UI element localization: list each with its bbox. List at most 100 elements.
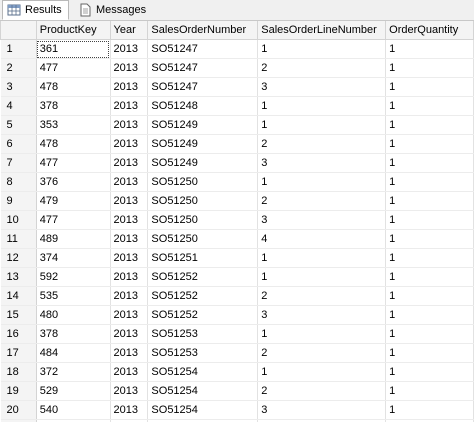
row-number-cell[interactable]: 20 (0, 400, 37, 420)
productkey-cell[interactable]: 478 (36, 134, 111, 154)
year-cell[interactable]: 2013 (110, 191, 149, 211)
productkey-cell[interactable]: 361 (36, 39, 111, 59)
orderquantity-cell[interactable]: 1 (385, 267, 474, 287)
row-number-cell[interactable]: 1 (0, 39, 37, 59)
table-row[interactable]: 6 478 2013 SO51249 2 1 (0, 134, 474, 154)
table-row[interactable]: 7 477 2013 SO51249 3 1 (0, 153, 474, 173)
salesordernumber-cell[interactable]: SO51254 (147, 400, 259, 420)
orderquantity-cell[interactable]: 1 (385, 229, 474, 249)
year-cell[interactable]: 2013 (110, 248, 149, 268)
salesorderlinenumber-cell[interactable]: 3 (257, 305, 387, 325)
row-number-cell[interactable]: 3 (0, 77, 37, 97)
orderquantity-cell[interactable]: 1 (385, 77, 474, 97)
salesordernumber-cell[interactable]: SO51250 (147, 191, 259, 211)
tab-results[interactable]: Results (2, 0, 69, 20)
table-row[interactable]: 5 353 2013 SO51249 1 1 (0, 115, 474, 135)
salesorderlinenumber-cell[interactable]: 1 (257, 96, 387, 116)
row-number-cell[interactable]: 9 (0, 191, 37, 211)
orderquantity-cell[interactable]: 1 (385, 134, 474, 154)
salesordernumber-cell[interactable]: SO51247 (147, 58, 259, 78)
salesordernumber-cell[interactable]: SO51249 (147, 115, 259, 135)
productkey-cell[interactable]: 480 (36, 305, 111, 325)
year-cell[interactable]: 2013 (110, 77, 149, 97)
salesordernumber-cell[interactable]: SO51253 (147, 343, 259, 363)
salesordernumber-cell[interactable]: SO51247 (147, 77, 259, 97)
productkey-cell[interactable]: 478 (36, 77, 111, 97)
orderquantity-cell[interactable]: 1 (385, 286, 474, 306)
orderquantity-cell[interactable]: 1 (385, 248, 474, 268)
salesorderlinenumber-cell[interactable]: 2 (257, 58, 387, 78)
productkey-cell[interactable]: 535 (36, 286, 111, 306)
column-header-salesorderlinenumber[interactable]: SalesOrderLineNumber (257, 21, 387, 40)
table-row[interactable]: 20 540 2013 SO51254 3 1 (0, 400, 474, 420)
salesordernumber-cell[interactable]: SO51247 (147, 39, 259, 59)
tab-messages[interactable]: Messages (74, 1, 152, 19)
orderquantity-cell[interactable]: 1 (385, 96, 474, 116)
orderquantity-cell[interactable]: 1 (385, 39, 474, 59)
row-number-cell[interactable]: 17 (0, 343, 37, 363)
salesordernumber-cell[interactable]: SO51251 (147, 248, 259, 268)
salesorderlinenumber-cell[interactable]: 1 (257, 248, 387, 268)
salesordernumber-cell[interactable]: SO51252 (147, 286, 259, 306)
table-row[interactable]: 14 535 2013 SO51252 2 1 (0, 286, 474, 306)
salesorderlinenumber-cell[interactable]: 3 (257, 210, 387, 230)
salesordernumber-cell[interactable]: SO51248 (147, 96, 259, 116)
year-cell[interactable]: 2013 (110, 96, 149, 116)
results-grid[interactable]: ProductKey Year SalesOrderNumber SalesOr… (0, 21, 474, 422)
salesorderlinenumber-cell[interactable]: 3 (257, 153, 387, 173)
row-number-cell[interactable]: 8 (0, 172, 37, 192)
year-cell[interactable]: 2013 (110, 172, 149, 192)
salesorderlinenumber-cell[interactable]: 1 (257, 324, 387, 344)
orderquantity-cell[interactable]: 1 (385, 343, 474, 363)
year-cell[interactable]: 2013 (110, 267, 149, 287)
productkey-cell[interactable]: 540 (36, 400, 111, 420)
column-header-salesordernumber[interactable]: SalesOrderNumber (147, 21, 259, 40)
year-cell[interactable]: 2013 (110, 58, 149, 78)
orderquantity-cell[interactable]: 1 (385, 172, 474, 192)
year-cell[interactable]: 2013 (110, 381, 149, 401)
orderquantity-cell[interactable]: 1 (385, 400, 474, 420)
productkey-cell[interactable]: 374 (36, 248, 111, 268)
salesorderlinenumber-cell[interactable]: 3 (257, 400, 387, 420)
productkey-cell[interactable]: 489 (36, 229, 111, 249)
orderquantity-cell[interactable]: 1 (385, 191, 474, 211)
table-row[interactable]: 1 361 2013 SO51247 1 1 (0, 39, 474, 59)
table-row[interactable]: 4 378 2013 SO51248 1 1 (0, 96, 474, 116)
orderquantity-cell[interactable]: 1 (385, 58, 474, 78)
orderquantity-cell[interactable]: 1 (385, 210, 474, 230)
orderquantity-cell[interactable]: 1 (385, 305, 474, 325)
productkey-cell[interactable]: 484 (36, 343, 111, 363)
salesorderlinenumber-cell[interactable]: 2 (257, 381, 387, 401)
salesordernumber-cell[interactable]: SO51250 (147, 210, 259, 230)
salesordernumber-cell[interactable]: SO51252 (147, 267, 259, 287)
year-cell[interactable]: 2013 (110, 210, 149, 230)
salesordernumber-cell[interactable]: SO51250 (147, 229, 259, 249)
column-header-orderquantity[interactable]: OrderQuantity (385, 21, 474, 40)
row-number-cell[interactable]: 14 (0, 286, 37, 306)
salesordernumber-cell[interactable]: SO51253 (147, 324, 259, 344)
salesorderlinenumber-cell[interactable]: 1 (257, 362, 387, 382)
salesorderlinenumber-cell[interactable]: 2 (257, 343, 387, 363)
table-row[interactable]: 3 478 2013 SO51247 3 1 (0, 77, 474, 97)
orderquantity-cell[interactable]: 1 (385, 362, 474, 382)
table-row[interactable]: 15 480 2013 SO51252 3 1 (0, 305, 474, 325)
row-number-cell[interactable]: 10 (0, 210, 37, 230)
column-header-productkey[interactable]: ProductKey (35, 21, 111, 40)
orderquantity-cell[interactable]: 1 (385, 381, 474, 401)
row-number-cell[interactable]: 11 (0, 229, 37, 249)
year-cell[interactable]: 2013 (110, 343, 149, 363)
table-row[interactable]: 19 529 2013 SO51254 2 1 (0, 381, 474, 401)
year-cell[interactable]: 2013 (110, 134, 149, 154)
table-row[interactable]: 12 374 2013 SO51251 1 1 (0, 248, 474, 268)
productkey-cell[interactable]: 592 (36, 267, 111, 287)
salesordernumber-cell[interactable]: SO51250 (147, 172, 259, 192)
row-number-cell[interactable]: 15 (0, 305, 37, 325)
year-cell[interactable]: 2013 (110, 362, 149, 382)
salesorderlinenumber-cell[interactable]: 1 (257, 172, 387, 192)
year-cell[interactable]: 2013 (110, 229, 149, 249)
salesorderlinenumber-cell[interactable]: 4 (257, 229, 387, 249)
salesorderlinenumber-cell[interactable]: 3 (257, 77, 387, 97)
table-row[interactable]: 11 489 2013 SO51250 4 1 (0, 229, 474, 249)
column-header-year[interactable]: Year (109, 21, 149, 40)
productkey-cell[interactable]: 477 (36, 210, 111, 230)
